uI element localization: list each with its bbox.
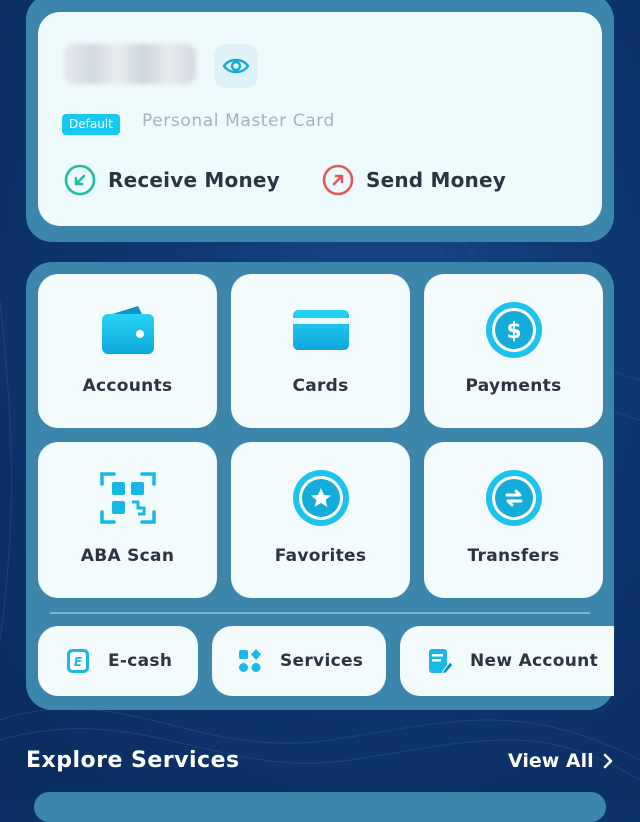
divider [50,612,590,614]
menu-panel: Accounts Cards $ Payments ABA Scan Favor… [26,262,614,710]
tile-label-cards: Cards [292,376,349,396]
tile-label-accounts: Accounts [82,376,173,396]
quick-services[interactable]: Services [212,626,386,696]
tile-transfers[interactable]: Transfers [424,442,603,598]
balance-card: Default Personal Master Card Receive Mon… [38,12,602,226]
chevron-right-icon [603,753,612,769]
ecash-icon: E [67,649,89,673]
transfer-icon [485,470,542,526]
tile-label-aba-scan: ABA Scan [80,546,175,566]
svg-text:$: $ [506,319,521,344]
tile-cards[interactable]: Cards [231,274,410,428]
view-all-label: View All [508,750,594,772]
view-all-link[interactable]: View All [508,750,614,772]
quick-ecash[interactable]: E E-cash [38,626,198,696]
receive-money-button[interactable]: Receive Money [64,162,280,198]
services-icon [239,649,261,672]
send-money-label: Send Money [366,168,506,192]
qr-scan-icon [99,472,156,524]
eye-icon [222,58,250,74]
send-money-button[interactable]: Send Money [322,162,506,198]
dollar-icon: $ [485,302,542,358]
tile-accounts[interactable]: Accounts [38,274,217,428]
toggle-balance-button[interactable] [214,44,258,88]
card-name[interactable]: Personal Master Card [142,111,335,131]
tile-favorites[interactable]: Favorites [231,442,410,598]
quick-label-services: Services [280,651,364,671]
star-icon [292,470,349,526]
svg-text:E: E [74,655,83,669]
quick-label-new-account: New Account [470,651,599,671]
quick-label-ecash: E-cash [108,651,173,671]
wallet-icon [101,306,154,354]
tile-label-favorites: Favorites [274,546,367,566]
explore-services-title: Explore Services [26,748,240,773]
hidden-balance [64,44,196,84]
arrow-down-left-icon [64,164,96,196]
explore-carousel-peek [34,792,606,822]
tile-payments[interactable]: $ Payments [424,274,603,428]
new-account-icon [429,649,454,675]
balance-panel: Default Personal Master Card Receive Mon… [26,0,614,242]
card-icon [292,310,349,350]
default-badge: Default [62,114,120,135]
arrow-up-right-icon [322,164,354,196]
tile-aba-scan[interactable]: ABA Scan [38,442,217,598]
receive-money-label: Receive Money [108,168,280,192]
tile-label-transfers: Transfers [467,546,560,566]
quick-new-account[interactable]: New Account [400,626,614,696]
tile-label-payments: Payments [465,376,562,396]
